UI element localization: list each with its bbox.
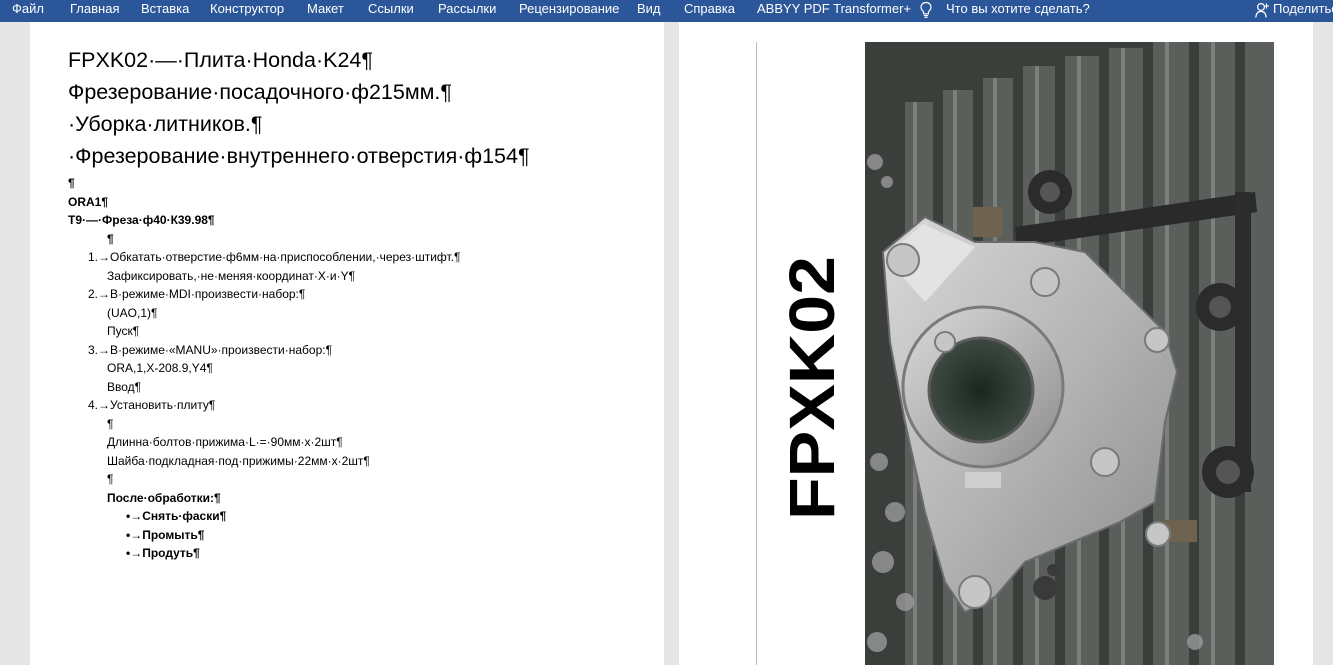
- tab-insert[interactable]: Вставка: [141, 0, 189, 22]
- list-item: 2.→В·режиме·MDI·произвести·набор:¶: [88, 287, 306, 301]
- tell-me-search[interactable]: Что вы хотите сделать?: [946, 0, 1090, 22]
- tab-help[interactable]: Справка: [684, 0, 735, 22]
- list-item-body: Пуск¶: [107, 324, 140, 338]
- document-body[interactable]: FPXK02·—·Плита·Honda·K24¶ Фрезерование·п…: [68, 44, 658, 563]
- list-item-body: ¶: [107, 416, 114, 431]
- bullet-item: •→Снять·фаски¶: [126, 509, 227, 523]
- list-item-body: Зафиксировать,·не·меняя·координат·X·и·Y¶: [107, 268, 356, 283]
- machined-part-photo[interactable]: [865, 42, 1274, 665]
- list-item-body: (UAO,1)¶: [107, 305, 158, 320]
- vertical-part-label-text: FPXK02: [776, 256, 848, 520]
- heading-line: ·Фрезерование·внутреннего·отверстия·ф154…: [68, 144, 530, 168]
- tab-review[interactable]: Рецензирование: [519, 0, 619, 22]
- paragraph-mark: ¶: [68, 176, 75, 190]
- list-item-body: Ввод¶: [107, 379, 142, 394]
- tab-home[interactable]: Главная: [70, 0, 119, 22]
- after-processing-title: После·обработки:¶: [107, 490, 221, 505]
- text-box-border: [756, 42, 757, 665]
- document-page-2[interactable]: FPXK02: [679, 22, 1313, 665]
- share-button[interactable]: Поделиться: [1273, 0, 1333, 22]
- share-person-icon[interactable]: [1255, 2, 1269, 18]
- tab-file[interactable]: Файл: [12, 0, 44, 22]
- lightbulb-icon[interactable]: [919, 1, 933, 19]
- tab-layout[interactable]: Макет: [307, 0, 344, 22]
- bullet-item: •→Промыть¶: [126, 527, 205, 542]
- tool-line: T9·—·Фреза·ф40·К39.98¶: [68, 213, 215, 227]
- ora1-line: ORA1¶: [68, 194, 109, 209]
- tab-design[interactable]: Конструктор: [210, 0, 284, 22]
- tab-references[interactable]: Ссылки: [368, 0, 414, 22]
- list-item: 4.→Установить·плиту¶: [88, 398, 216, 412]
- tab-mailings[interactable]: Рассылки: [438, 0, 496, 22]
- vertical-part-label: FPXK02: [776, 256, 848, 520]
- list-item-body: ORA,1,X-208.9,Y4¶: [107, 361, 213, 375]
- heading-line: FPXK02·—·Плита·Honda·K24¶: [68, 48, 373, 72]
- list-item: 3.→В·режиме·«MANU»·произвести·набор:¶: [88, 342, 333, 357]
- list-item-body: Шайба·подкладная·под·прижимы·22мм·х·2шт¶: [107, 453, 370, 468]
- heading-line: Фрезерование·посадочного·ф215мм.¶: [68, 80, 452, 104]
- list-item-body: Длинна·болтов·прижима·L·=·90мм·х·2шт¶: [107, 435, 343, 449]
- list-item: 1.→Обкатать·отверстие·ф6мм·на·приспособл…: [88, 250, 461, 264]
- ribbon-menubar: Файл Главная Вставка Конструктор Макет С…: [0, 0, 1333, 22]
- list-item-body: ¶: [107, 472, 114, 486]
- bullet-item: •→Продуть¶: [126, 546, 200, 560]
- heading-line: ·Уборка·литников.¶: [68, 112, 263, 136]
- document-page-1[interactable]: FPXK02·—·Плита·Honda·K24¶ Фрезерование·п…: [30, 22, 664, 665]
- tab-view[interactable]: Вид: [637, 0, 661, 22]
- tab-abbyy[interactable]: ABBYY PDF Transformer+: [757, 0, 911, 22]
- paragraph-mark: ¶: [107, 231, 114, 246]
